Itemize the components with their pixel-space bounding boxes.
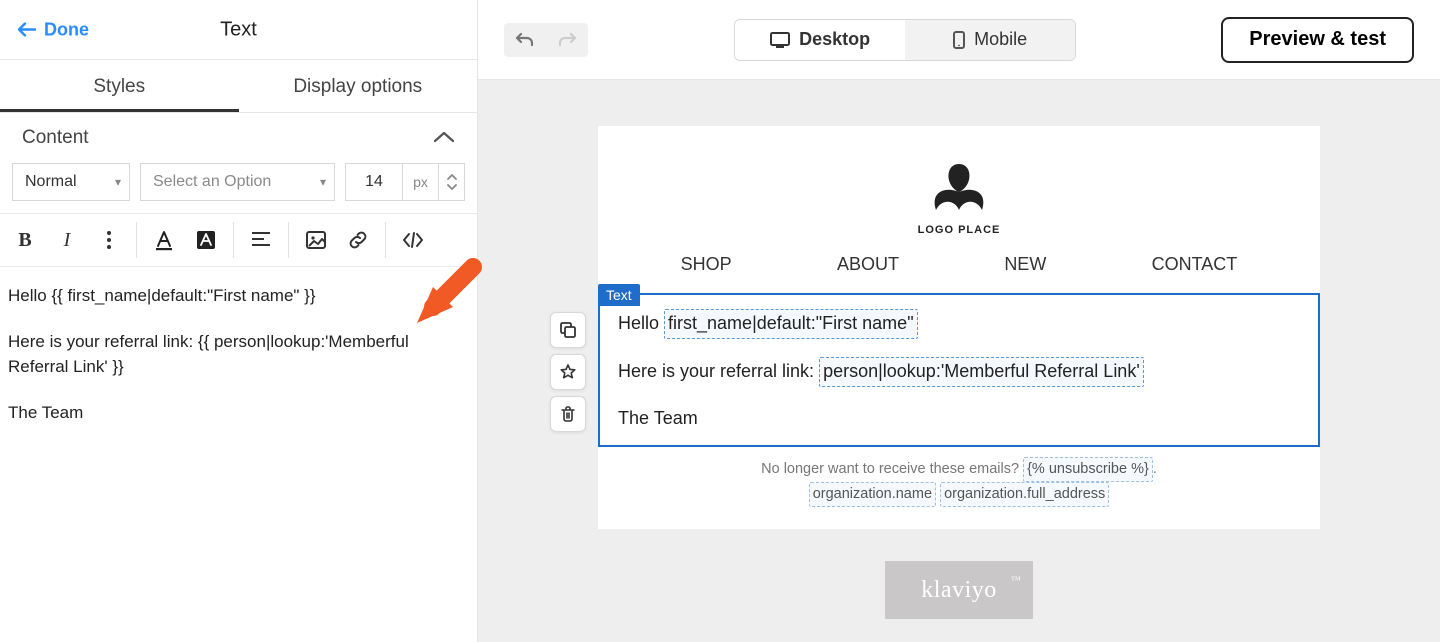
brand-label: klaviyo xyxy=(921,577,997,604)
arrow-left-icon xyxy=(18,23,36,37)
editor-line-3[interactable]: The Team xyxy=(8,400,469,426)
font-size-group: px xyxy=(345,163,465,201)
image-button[interactable] xyxy=(295,213,337,267)
code-view-button[interactable] xyxy=(392,213,434,267)
logo-block[interactable]: LOGO PLACE xyxy=(598,162,1320,236)
paragraph-format-value: Normal xyxy=(25,173,77,191)
tab-underline xyxy=(0,109,239,112)
highlight-color-button[interactable] xyxy=(185,213,227,267)
text-color-button[interactable] xyxy=(143,213,185,267)
mobile-icon xyxy=(952,30,966,50)
redo-button[interactable] xyxy=(546,23,588,57)
link-button[interactable] xyxy=(337,213,379,267)
email-line-3[interactable]: The Team xyxy=(618,405,1300,433)
tab-display-options[interactable]: Display options xyxy=(239,60,478,112)
font-style-placeholder: Select an Option xyxy=(153,173,271,191)
email-nav: SHOP ABOUT NEW CONTACT xyxy=(598,254,1320,293)
desktop-icon xyxy=(769,31,791,49)
device-mobile-button[interactable]: Mobile xyxy=(905,20,1075,60)
edit-sidebar: Done Text Styles Display options Content… xyxy=(0,0,478,642)
email-footer[interactable]: No longer want to receive these emails? … xyxy=(598,457,1320,507)
block-float-tools xyxy=(550,312,586,432)
favorite-block-button[interactable] xyxy=(550,354,586,390)
trademark-icon: ™ xyxy=(1011,575,1021,586)
caret-down-icon: ▾ xyxy=(320,175,326,189)
unsubscribe-token[interactable]: {% unsubscribe %} xyxy=(1023,457,1153,482)
sidebar-tabs: Styles Display options xyxy=(0,60,477,113)
done-label: Done xyxy=(44,19,89,40)
canvas-area: Desktop Mobile Preview & test xyxy=(478,0,1440,642)
logo-icon xyxy=(926,162,992,220)
editor-line-1[interactable]: Hello {{ first_name|default:"First name"… xyxy=(8,283,469,309)
section-content-header[interactable]: Content xyxy=(0,113,477,163)
font-size-input[interactable] xyxy=(345,163,403,201)
done-button[interactable]: Done xyxy=(18,19,89,40)
merge-token[interactable]: person|lookup:'Memberful Referral Link' xyxy=(819,357,1144,387)
org-address-token[interactable]: organization.full_address xyxy=(940,482,1109,507)
toolbar-separator xyxy=(385,222,386,258)
more-formatting-button[interactable] xyxy=(88,213,130,267)
brand-badge[interactable]: klaviyo ™ xyxy=(885,561,1033,619)
device-switch: Desktop Mobile xyxy=(616,19,1193,61)
email-card: LOGO PLACE SHOP ABOUT NEW CONTACT Text H… xyxy=(598,126,1320,529)
text-toolbar: B I xyxy=(0,213,477,267)
delete-block-button[interactable] xyxy=(550,396,586,432)
undo-redo-group xyxy=(504,23,588,57)
font-size-unit: px xyxy=(403,163,439,201)
section-content-label: Content xyxy=(22,127,89,149)
preview-test-button[interactable]: Preview & test xyxy=(1221,17,1414,63)
caret-down-icon: ▾ xyxy=(115,175,121,189)
format-row: Normal ▾ Select an Option ▾ px xyxy=(0,163,477,213)
italic-button[interactable]: I xyxy=(46,213,88,267)
logo-caption: LOGO PLACE xyxy=(918,224,1001,236)
chevron-down-icon xyxy=(433,131,455,145)
canvas-top-bar: Desktop Mobile Preview & test xyxy=(478,0,1440,80)
nav-link[interactable]: CONTACT xyxy=(1152,254,1238,275)
nav-link[interactable]: NEW xyxy=(1004,254,1046,275)
font-size-stepper[interactable] xyxy=(439,163,465,201)
merge-token[interactable]: first_name|default:"First name" xyxy=(664,309,918,339)
duplicate-block-button[interactable] xyxy=(550,312,586,348)
align-button[interactable] xyxy=(240,213,282,267)
device-desktop-label: Desktop xyxy=(799,29,870,50)
toolbar-separator xyxy=(136,222,137,258)
email-line-1[interactable]: Hello first_name|default:"First name" xyxy=(618,309,1300,339)
editor-body[interactable]: Hello {{ first_name|default:"First name"… xyxy=(0,267,477,461)
footer-pre: No longer want to receive these emails? xyxy=(761,461,1023,477)
selected-text-block[interactable]: Hello first_name|default:"First name" He… xyxy=(598,293,1320,447)
tab-styles[interactable]: Styles xyxy=(0,60,239,112)
email-wrap: LOGO PLACE SHOP ABOUT NEW CONTACT Text H… xyxy=(598,126,1320,624)
nav-link[interactable]: ABOUT xyxy=(837,254,899,275)
email-line-2[interactable]: Here is your referral link: person|looku… xyxy=(618,357,1300,387)
org-name-token[interactable]: organization.name xyxy=(809,482,936,507)
workspace[interactable]: LOGO PLACE SHOP ABOUT NEW CONTACT Text H… xyxy=(478,80,1440,642)
toolbar-separator xyxy=(288,222,289,258)
toolbar-separator xyxy=(233,222,234,258)
paragraph-format-select[interactable]: Normal ▾ xyxy=(12,163,130,201)
sidebar-header: Done Text xyxy=(0,0,477,60)
text-block-label: Text xyxy=(598,284,640,306)
sidebar-title: Text xyxy=(220,18,257,41)
undo-button[interactable] xyxy=(504,23,546,57)
font-style-select[interactable]: Select an Option ▾ xyxy=(140,163,335,201)
device-mobile-label: Mobile xyxy=(974,29,1027,50)
bold-button[interactable]: B xyxy=(4,213,46,267)
nav-link[interactable]: SHOP xyxy=(681,254,732,275)
device-desktop-button[interactable]: Desktop xyxy=(735,20,905,60)
editor-line-2[interactable]: Here is your referral link: {{ person|lo… xyxy=(8,329,469,380)
